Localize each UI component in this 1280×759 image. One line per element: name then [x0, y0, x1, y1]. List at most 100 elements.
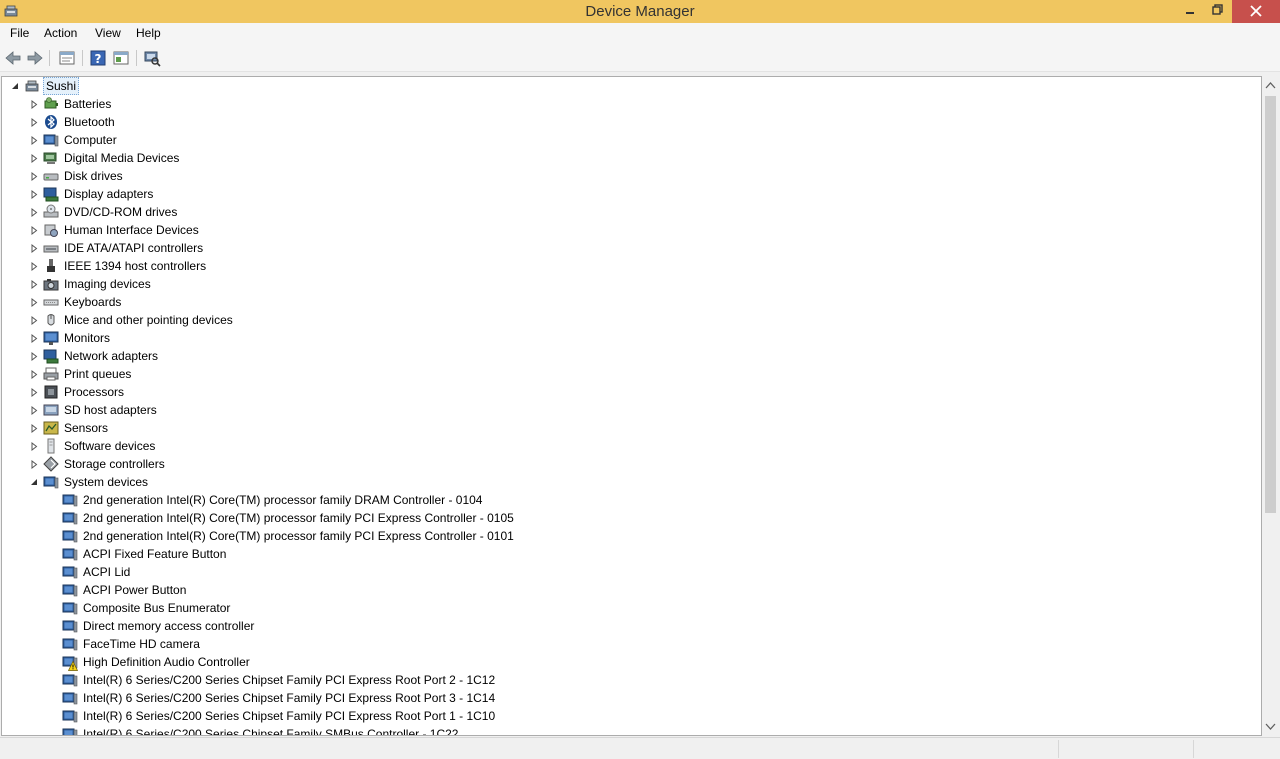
system-device-icon [62, 584, 78, 597]
device-item[interactable]: Composite Bus Enumerator [2, 599, 1261, 617]
tree-category-network-adapters[interactable]: Network adapters [2, 347, 1261, 365]
computer-icon [43, 134, 59, 147]
tree-category-dvd-cd-rom-drives[interactable]: DVD/CD-ROM drives [2, 203, 1261, 221]
storage-controller-icon [43, 456, 59, 472]
device-tree[interactable]: Sushi Batteries Bluetooth Computer Digital … [1, 76, 1262, 736]
collapse-arrow-icon[interactable] [11, 82, 20, 91]
tree-category-software-devices[interactable]: Software devices [2, 437, 1261, 455]
expand-arrow-icon[interactable] [30, 370, 39, 379]
system-device-icon [62, 638, 78, 651]
close-button[interactable] [1232, 0, 1280, 23]
tree-category-label: Network adapters [64, 349, 159, 363]
tree-category-print-queues[interactable]: Print queues [2, 365, 1261, 383]
tree-category-mice-and-other-pointing-devices[interactable]: Mice and other pointing devices [2, 311, 1261, 329]
tree-category-label: Print queues [64, 367, 132, 381]
menu-view[interactable]: View [95, 26, 121, 40]
tree-category-human-interface-devices[interactable]: Human Interface Devices [2, 221, 1261, 239]
menu-bar: File Action View Help [0, 23, 1280, 44]
scrollbar-thumb[interactable] [1265, 96, 1276, 513]
collapse-arrow-icon[interactable] [30, 478, 39, 487]
scroll-down-arrow-icon[interactable] [1265, 719, 1276, 733]
expand-arrow-icon[interactable] [30, 208, 39, 217]
tree-category-label: IDE ATA/ATAPI controllers [64, 241, 204, 255]
minimize-button[interactable] [1176, 0, 1204, 23]
tree-category-ieee-1394-host-controllers[interactable]: IEEE 1394 host controllers [2, 257, 1261, 275]
expand-arrow-icon[interactable] [30, 424, 39, 433]
expand-arrow-icon[interactable] [30, 298, 39, 307]
device-item[interactable]: 2nd generation Intel(R) Core(TM) process… [2, 491, 1261, 509]
device-item[interactable]: High Definition Audio Controller [2, 653, 1261, 671]
expand-arrow-icon[interactable] [30, 388, 39, 397]
disk-drive-icon [43, 173, 59, 181]
tree-category-sensors[interactable]: Sensors [2, 419, 1261, 437]
expand-arrow-icon[interactable] [30, 190, 39, 199]
forward-arrow-icon[interactable] [26, 49, 44, 67]
device-label: 2nd generation Intel(R) Core(TM) process… [83, 529, 514, 543]
device-item[interactable]: Direct memory access controller [2, 617, 1261, 635]
menu-action[interactable]: Action [44, 26, 77, 40]
monitor-icon [43, 331, 59, 345]
root-label: Sushi [43, 77, 80, 95]
device-item[interactable]: Intel(R) 6 Series/C200 Series Chipset Fa… [2, 689, 1261, 707]
device-item[interactable]: ACPI Power Button [2, 581, 1261, 599]
tree-category-system-devices[interactable]: System devices [2, 473, 1261, 491]
tree-category-disk-drives[interactable]: Disk drives [2, 167, 1261, 185]
tree-category-label: Sensors [64, 421, 109, 435]
toolbar-separator [136, 50, 137, 66]
device-item[interactable]: 2nd generation Intel(R) Core(TM) process… [2, 527, 1261, 545]
expand-arrow-icon[interactable] [30, 172, 39, 181]
tree-category-label: Human Interface Devices [64, 223, 199, 237]
expand-arrow-icon[interactable] [30, 154, 39, 163]
device-item[interactable]: ACPI Lid [2, 563, 1261, 581]
expand-arrow-icon[interactable] [30, 280, 39, 289]
tree-category-imaging-devices[interactable]: Imaging devices [2, 275, 1261, 293]
system-device-icon [62, 530, 78, 543]
device-item[interactable]: 2nd generation Intel(R) Core(TM) process… [2, 509, 1261, 527]
device-label: Composite Bus Enumerator [83, 601, 231, 615]
expand-arrow-icon[interactable] [30, 262, 39, 271]
restore-button[interactable] [1204, 0, 1232, 23]
expand-arrow-icon[interactable] [30, 334, 39, 343]
expand-arrow-icon[interactable] [30, 406, 39, 415]
expand-arrow-icon[interactable] [30, 118, 39, 127]
update-driver-icon[interactable] [112, 49, 130, 67]
help-icon[interactable]: ? [89, 49, 107, 67]
device-item[interactable]: FaceTime HD camera [2, 635, 1261, 653]
tree-category-bluetooth[interactable]: Bluetooth [2, 113, 1261, 131]
scan-hardware-icon[interactable] [143, 49, 161, 67]
expand-arrow-icon[interactable] [30, 244, 39, 253]
toolbar: ? [0, 44, 1280, 72]
properties-icon[interactable] [58, 49, 76, 67]
tree-category-computer[interactable]: Computer [2, 131, 1261, 149]
tree-category-ide-ata-atapi-controllers[interactable]: IDE ATA/ATAPI controllers [2, 239, 1261, 257]
expand-arrow-icon[interactable] [30, 226, 39, 235]
expand-arrow-icon[interactable] [30, 352, 39, 361]
device-item[interactable]: Intel(R) 6 Series/C200 Series Chipset Fa… [2, 725, 1261, 735]
expand-arrow-icon[interactable] [30, 136, 39, 145]
device-label: ACPI Power Button [83, 583, 187, 597]
menu-file[interactable]: File [10, 26, 29, 40]
tree-category-sd-host-adapters[interactable]: SD host adapters [2, 401, 1261, 419]
tree-category-keyboards[interactable]: Keyboards [2, 293, 1261, 311]
hid-icon [44, 224, 58, 237]
device-item[interactable]: ACPI Fixed Feature Button [2, 545, 1261, 563]
device-label: 2nd generation Intel(R) Core(TM) process… [83, 493, 483, 507]
back-arrow-icon[interactable] [4, 49, 22, 67]
tree-category-processors[interactable]: Processors [2, 383, 1261, 401]
tree-category-storage-controllers[interactable]: Storage controllers [2, 455, 1261, 473]
tree-category-batteries[interactable]: Batteries [2, 95, 1261, 113]
expand-arrow-icon[interactable] [30, 442, 39, 451]
vertical-scrollbar[interactable] [1263, 76, 1278, 736]
scroll-up-arrow-icon[interactable] [1265, 79, 1276, 93]
device-item[interactable]: Intel(R) 6 Series/C200 Series Chipset Fa… [2, 671, 1261, 689]
expand-arrow-icon[interactable] [30, 100, 39, 109]
menu-help[interactable]: Help [136, 26, 161, 40]
expand-arrow-icon[interactable] [30, 316, 39, 325]
sensor-icon [43, 421, 59, 435]
expand-arrow-icon[interactable] [30, 460, 39, 469]
device-item[interactable]: Intel(R) 6 Series/C200 Series Chipset Fa… [2, 707, 1261, 725]
tree-category-display-adapters[interactable]: Display adapters [2, 185, 1261, 203]
tree-category-monitors[interactable]: Monitors [2, 329, 1261, 347]
tree-category-digital-media-devices[interactable]: Digital Media Devices [2, 149, 1261, 167]
tree-root[interactable]: Sushi [2, 77, 1261, 95]
